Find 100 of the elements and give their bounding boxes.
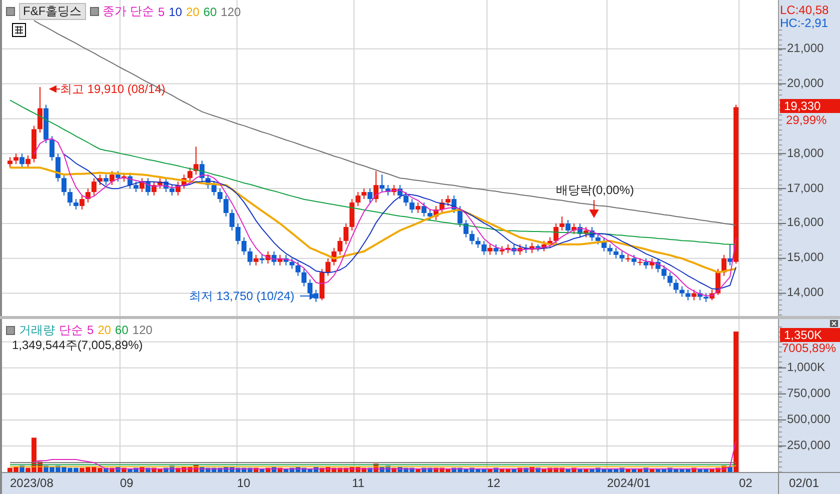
hc-value: HC:-2,91	[780, 16, 828, 30]
date-label: 12	[487, 476, 500, 490]
price-tick: 15,000	[787, 250, 824, 264]
candlestick	[80, 195, 84, 210]
legend-label: 종가 단순	[102, 3, 154, 20]
square-icon	[90, 7, 99, 16]
candlestick	[362, 188, 366, 200]
candlestick	[422, 202, 426, 217]
volume-tick: 250,000	[787, 438, 830, 452]
price-tick: 16,000	[787, 215, 824, 230]
legend-period: 120	[220, 4, 241, 18]
candlestick	[236, 222, 240, 245]
candlestick	[134, 181, 138, 193]
candlestick	[110, 170, 114, 186]
candlestick	[566, 219, 570, 234]
candlestick	[104, 174, 108, 186]
candlestick	[302, 268, 306, 287]
candlestick	[644, 258, 648, 270]
candlestick	[554, 222, 558, 245]
candlestick	[668, 272, 672, 287]
candlestick	[368, 188, 372, 204]
date-label: 02	[739, 476, 752, 490]
candlestick	[470, 230, 474, 245]
price-change: 29,99%	[786, 113, 827, 128]
candlestick	[188, 167, 192, 182]
arrow-icon	[50, 85, 60, 92]
candlestick	[68, 188, 72, 207]
legend-period: 60	[115, 323, 128, 338]
candlestick	[728, 244, 732, 266]
candlestick	[254, 254, 258, 266]
candlestick	[62, 174, 66, 196]
candlestick	[476, 236, 480, 248]
candlestick	[230, 209, 234, 231]
candlestick	[374, 170, 378, 204]
legend-period: 120	[132, 323, 152, 338]
ticker-button[interactable]: F&F홀딩스	[19, 3, 86, 20]
candlestick	[416, 202, 420, 214]
candlestick	[56, 153, 60, 182]
candlestick	[224, 195, 228, 217]
candlestick	[614, 247, 618, 259]
candlestick	[50, 136, 54, 162]
candlestick	[620, 250, 624, 262]
candlestick	[8, 156, 12, 168]
candlestick	[488, 244, 492, 256]
candlestick	[428, 209, 432, 220]
legend-period: 20	[186, 4, 200, 18]
price-tick: 17,000	[787, 180, 824, 195]
legend-label: 단순	[59, 322, 83, 339]
candlestick	[338, 236, 342, 256]
price-tick: 14,000	[787, 285, 824, 300]
candlestick	[458, 206, 462, 228]
candlestick	[692, 289, 696, 301]
date-label: 09	[120, 476, 134, 490]
current-volume-badge: 1,350K	[780, 328, 840, 342]
close-icon[interactable]	[830, 320, 838, 327]
candlestick	[212, 181, 216, 196]
candlestick	[662, 264, 666, 280]
candlestick	[680, 286, 684, 298]
volume-tick: 500,000	[787, 412, 830, 426]
legend-period: 5	[87, 323, 94, 338]
candlestick	[446, 195, 450, 207]
date-label: 2024/01	[607, 476, 650, 490]
candlestick	[686, 289, 690, 301]
candlestick	[248, 247, 252, 266]
candlestick	[218, 188, 222, 204]
candlestick	[560, 216, 564, 231]
price-tick: 21,000	[787, 40, 824, 55]
candlestick	[596, 233, 600, 245]
legend-period: 5	[158, 4, 165, 18]
price-tick: 20,000	[787, 76, 824, 90]
candlestick	[296, 261, 300, 276]
candlestick	[464, 219, 468, 238]
bar	[734, 331, 738, 472]
arrow-icon	[590, 200, 599, 218]
current-price-badge: 19,330	[780, 99, 840, 114]
date-label: 11	[352, 476, 364, 490]
candlestick	[242, 236, 246, 256]
price-tick: 18,000	[787, 146, 824, 160]
square-icon	[6, 326, 15, 335]
date-label: 2023/08	[10, 476, 54, 490]
candlestick	[14, 153, 18, 165]
candlestick	[26, 154, 30, 168]
candlestick	[608, 244, 612, 256]
candlestick	[92, 178, 96, 196]
lc-value: LC:40,58	[780, 3, 829, 17]
candlestick	[290, 258, 294, 270]
volume-tick: 1,000K	[787, 360, 826, 374]
candlestick	[482, 240, 486, 256]
candlestick	[632, 254, 636, 266]
dividend-label: 배당락(0,00%)	[556, 183, 634, 197]
candlestick	[170, 184, 174, 196]
candlestick	[38, 86, 42, 134]
candlestick	[494, 244, 498, 256]
candlestick	[674, 278, 678, 294]
low-price-label: 최저 13,750 (10/24)	[189, 289, 294, 303]
legend-period: 10	[168, 4, 182, 18]
candlestick	[344, 222, 348, 245]
candlestick	[410, 198, 414, 214]
volume-label: 거래량	[19, 322, 55, 339]
table-icon[interactable]	[12, 23, 26, 37]
